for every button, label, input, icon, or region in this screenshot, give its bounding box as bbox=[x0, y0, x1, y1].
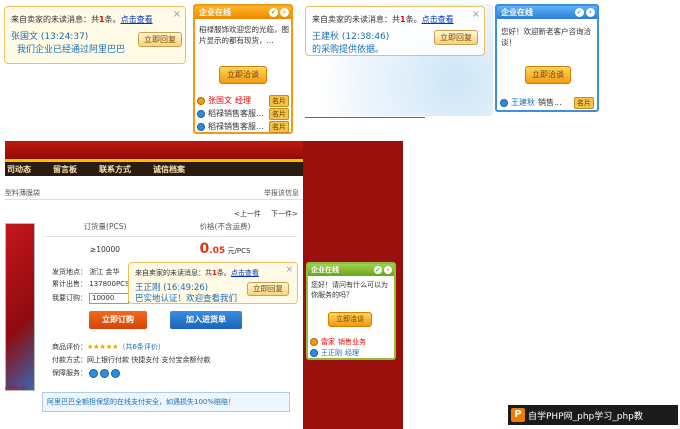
message-preview: 的采购提供依据。 bbox=[312, 45, 385, 55]
prev-link[interactable]: <上一件 bbox=[234, 209, 261, 219]
card-badge[interactable]: 名片 bbox=[269, 94, 289, 107]
price-table-header: 订货量(PCS) 价格(不含运费) bbox=[45, 221, 297, 237]
unread-notice-3: 来自卖家的未读消息：共1条。点击查看 bbox=[135, 269, 259, 277]
nav-item-news[interactable]: 司动态 bbox=[7, 164, 31, 175]
list-item[interactable]: 张国文 经理 名片 bbox=[197, 94, 289, 107]
card-badge[interactable]: 名片 bbox=[574, 96, 594, 109]
reply-button[interactable]: 立即回复 bbox=[434, 30, 478, 45]
verified-icon: ✓ bbox=[374, 266, 382, 274]
agent-list: 张国文 经理 名片 稻禄销售客服... 名片 稻禄销售客服... 名片 bbox=[197, 94, 289, 133]
watermark: P 自学PHP网_php学习_php教 bbox=[508, 405, 678, 425]
sender-name-time: 王建秋 (12:38:46) bbox=[312, 32, 390, 42]
message-preview: 巴实地认证！欢迎查看我们 bbox=[135, 294, 238, 304]
view-messages-link[interactable]: 点击查看 bbox=[231, 269, 259, 277]
list-item[interactable]: 雷家 销售业务 bbox=[310, 336, 394, 347]
message-preview: 我们企业已经通过阿里巴巴 bbox=[17, 45, 126, 55]
php-logo-icon: P bbox=[511, 408, 525, 422]
agent-list: 雷家 销售业务 王正刚 经理 bbox=[310, 336, 394, 358]
view-messages-link[interactable]: 点击查看 bbox=[121, 15, 153, 24]
user-icon bbox=[197, 122, 205, 131]
greeting-text: 稻禄服饰欢迎您的光临，图片显示的都有现货，... bbox=[199, 25, 289, 45]
consult-button[interactable]: 立即洽谈 bbox=[219, 66, 267, 84]
arrow-right-icon[interactable]: › bbox=[586, 8, 595, 17]
panel-header: 企业在线 ✓ › bbox=[308, 264, 394, 276]
divider bbox=[5, 199, 303, 200]
close-icon[interactable]: × bbox=[472, 9, 480, 20]
nav-item-messageboard[interactable]: 留言板 bbox=[53, 164, 77, 175]
view-messages-link[interactable]: 点击查看 bbox=[422, 15, 454, 24]
domain-stub: com.cn bbox=[5, 385, 27, 392]
unread-notice-bubble-2: 来自卖家的未读消息：共1条。点击查看 × 王建秋 (12:38:46) 的采购提… bbox=[305, 6, 485, 56]
list-item[interactable]: 稻禄销售客服... 名片 bbox=[197, 120, 289, 133]
list-item[interactable]: 王正刚 经理 bbox=[310, 347, 394, 358]
arrow-right-icon[interactable]: › bbox=[384, 266, 392, 274]
unread-notice-bubble-1: 来自卖家的未读消息：共1条。点击查看 × 张国文 (13:24:37) 我们企业… bbox=[4, 6, 186, 64]
nav-item-credit[interactable]: 诚信档案 bbox=[153, 164, 185, 175]
close-icon[interactable]: × bbox=[285, 265, 293, 275]
greeting-text: 您好！请问有什么可以为你服务的吗？ bbox=[311, 281, 388, 299]
agent-list: 王建秋 销售... 名片 bbox=[500, 96, 594, 109]
next-link[interactable]: 下一件> bbox=[271, 209, 298, 219]
quantity-input[interactable]: 10000 bbox=[89, 292, 129, 304]
top-banner bbox=[5, 141, 303, 162]
rating-count-link[interactable]: （共6条评价） bbox=[118, 343, 164, 351]
breadcrumb[interactable]: 型料薄膜袋 bbox=[5, 188, 40, 198]
panel-header: 企业在线 ✓ › bbox=[497, 6, 597, 19]
list-item[interactable]: 王建秋 销售... 名片 bbox=[500, 96, 594, 109]
panel-header: 企业在线 ✓ › bbox=[195, 6, 291, 19]
nav-item-contact[interactable]: 联系方式 bbox=[99, 164, 131, 175]
arrow-right-icon[interactable]: › bbox=[280, 8, 289, 17]
product-info: 发货地点： 浙江 金华 累计出售： 137800PCS 我要订购： 10000 bbox=[52, 268, 130, 304]
table-row: ≥10000 0.05 元/PCS bbox=[89, 241, 251, 257]
card-badge[interactable]: 名片 bbox=[269, 120, 289, 133]
user-icon bbox=[197, 109, 205, 118]
sender-name-time: 张国文 (13:24:37) bbox=[11, 32, 89, 42]
user-icon bbox=[310, 348, 318, 357]
user-icon bbox=[500, 98, 508, 107]
guarantee-icon[interactable] bbox=[89, 369, 98, 378]
consult-button[interactable]: 立即洽谈 bbox=[328, 312, 372, 327]
unread-notice-1: 来自卖家的未读消息：共1条。点击查看 bbox=[11, 15, 153, 24]
reply-button[interactable]: 立即回复 bbox=[247, 282, 289, 296]
consult-button[interactable]: 立即洽谈 bbox=[525, 66, 571, 84]
buy-now-button[interactable]: 立即订购 bbox=[89, 311, 147, 329]
enterprise-online-panel-3: 企业在线 ✓ › 您好！请问有什么可以为你服务的吗？ 立即洽谈 雷家 销售业务 … bbox=[306, 262, 396, 360]
enterprise-online-panel-1: 企业在线 ✓ › 稻禄服饰欢迎您的光临，图片显示的都有现货，... 立即洽谈 张… bbox=[193, 4, 293, 134]
close-icon[interactable]: × bbox=[173, 9, 181, 20]
report-link[interactable]: 举报该信息 bbox=[264, 188, 299, 198]
rating-stars: ★★★★★ bbox=[87, 343, 119, 351]
decorative-line bbox=[305, 117, 425, 118]
verified-icon: ✓ bbox=[269, 8, 278, 17]
product-meta: 商品评价：★★★★★（共6条评价） 付款方式：网上银行付款 快捷支付 支付宝余额… bbox=[52, 343, 211, 378]
safety-notice: 阿里巴巴全额担保您的在线支付安全，如遇损失100%赔赔！ bbox=[42, 392, 290, 412]
product-image[interactable] bbox=[5, 223, 35, 391]
add-to-cart-button[interactable]: 加入进货单 bbox=[170, 311, 242, 329]
card-badge[interactable]: 名片 bbox=[269, 107, 289, 120]
verified-icon: ✓ bbox=[575, 8, 584, 17]
guarantee-icon[interactable] bbox=[100, 369, 109, 378]
unread-notice-bubble-3: 来自卖家的未读消息：共1条。点击查看 × 王正刚 (16:49:26) 巴实地认… bbox=[128, 262, 298, 304]
enterprise-online-panel-2: 企业在线 ✓ › 您好！欢迎新老客户咨询洽谈！ 立即洽谈 王建秋 销售... 名… bbox=[495, 4, 599, 112]
list-item[interactable]: 稻禄销售客服... 名片 bbox=[197, 107, 289, 120]
reply-button[interactable]: 立即回复 bbox=[138, 32, 182, 47]
user-icon bbox=[197, 96, 205, 105]
nav-bar: 司动态 留言板 联系方式 诚信档案 bbox=[5, 162, 303, 176]
user-icon bbox=[310, 337, 318, 346]
guarantee-icon[interactable] bbox=[111, 369, 120, 378]
greeting-text: 您好！欢迎新老客户咨询洽谈！ bbox=[501, 27, 591, 47]
unread-notice-2: 来自卖家的未读消息：共1条。点击查看 bbox=[312, 15, 454, 24]
